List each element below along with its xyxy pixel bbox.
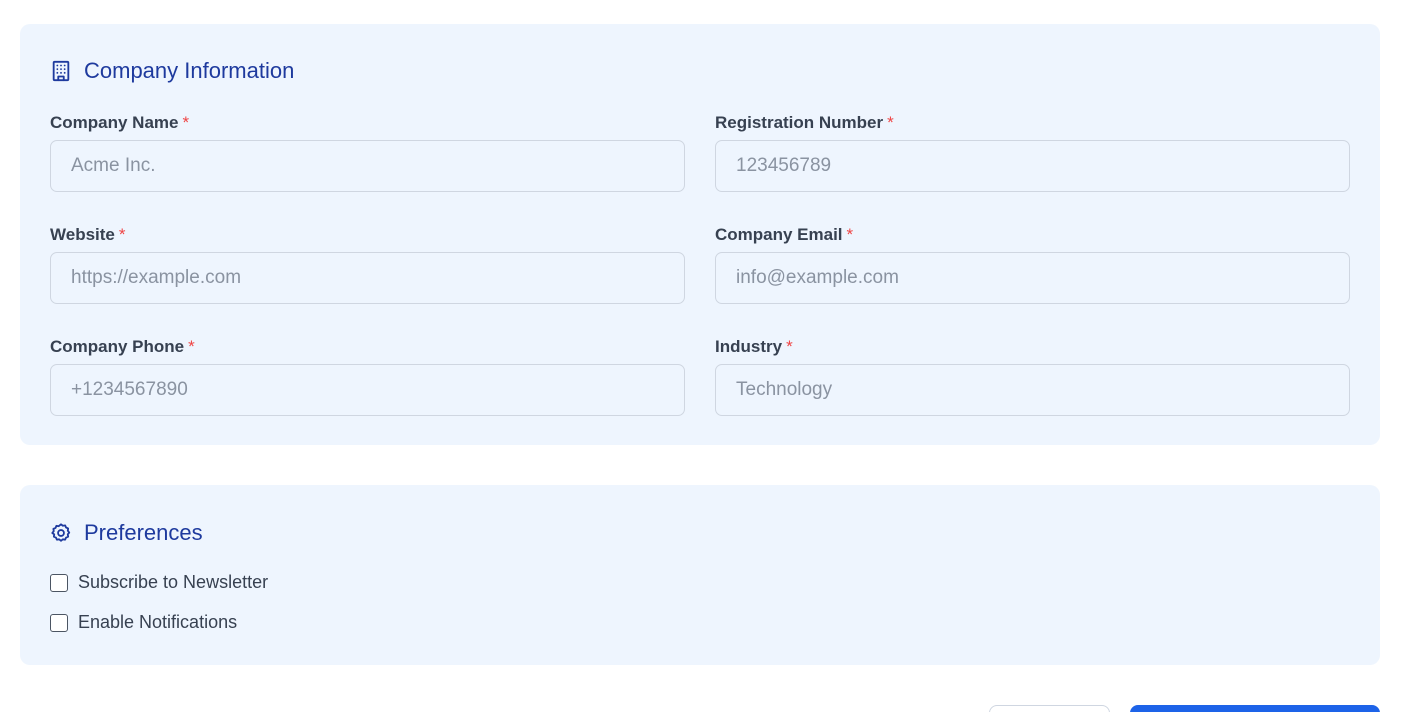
submit-button[interactable] <box>1130 705 1380 712</box>
registration-form-page: Company Information Company Name* Regist… <box>0 0 1412 712</box>
preferences-card: Preferences Subscribe to Newsletter Enab… <box>20 485 1380 665</box>
company-email-field: Company Email * <box>715 224 1350 304</box>
newsletter-option[interactable]: Subscribe to Newsletter <box>50 572 268 593</box>
newsletter-checkbox[interactable] <box>50 573 68 592</box>
required-mark: * <box>182 113 190 132</box>
company-information-heading: Company Information <box>50 58 294 84</box>
registration-number-label: Registration Number * <box>715 113 894 132</box>
website-label: Website * <box>50 225 126 244</box>
newsletter-label: Subscribe to Newsletter <box>78 572 269 592</box>
registration-number-input[interactable] <box>715 140 1350 192</box>
notifications-checkbox[interactable] <box>50 613 68 632</box>
gear-icon <box>50 522 72 544</box>
company-information-title: Company Information <box>84 58 295 83</box>
required-mark: * <box>188 337 195 356</box>
notifications-label: Enable Notifications <box>78 612 238 632</box>
industry-label: Industry * <box>715 337 793 356</box>
company-name-input[interactable] <box>50 140 685 192</box>
required-mark: * <box>846 225 854 244</box>
company-phone-input[interactable] <box>50 364 685 416</box>
required-mark: * <box>118 225 126 244</box>
preferences-title: Preferences <box>84 520 203 545</box>
preferences-heading: Preferences <box>50 520 203 546</box>
company-name-field: Company Name * <box>50 112 685 192</box>
cancel-button[interactable] <box>989 705 1110 712</box>
required-mark: * <box>786 337 793 356</box>
building-icon <box>50 60 72 82</box>
company-name-label: Company Name * <box>50 113 190 132</box>
industry-input[interactable] <box>715 364 1350 416</box>
industry-field: Industry * <box>715 336 1350 416</box>
company-email-input[interactable] <box>715 252 1350 304</box>
company-phone-label: Company Phone * <box>50 337 195 356</box>
website-field: Website * <box>50 224 685 304</box>
website-input[interactable] <box>50 252 685 304</box>
registration-number-field: Registration Number * <box>715 112 1350 192</box>
notifications-option[interactable]: Enable Notifications <box>50 612 237 633</box>
company-phone-field: Company Phone * <box>50 336 685 416</box>
company-information-card: Company Information Company Name* Regist… <box>20 24 1380 445</box>
company-email-label: Company Email * <box>715 225 854 244</box>
required-mark: * <box>887 113 894 132</box>
